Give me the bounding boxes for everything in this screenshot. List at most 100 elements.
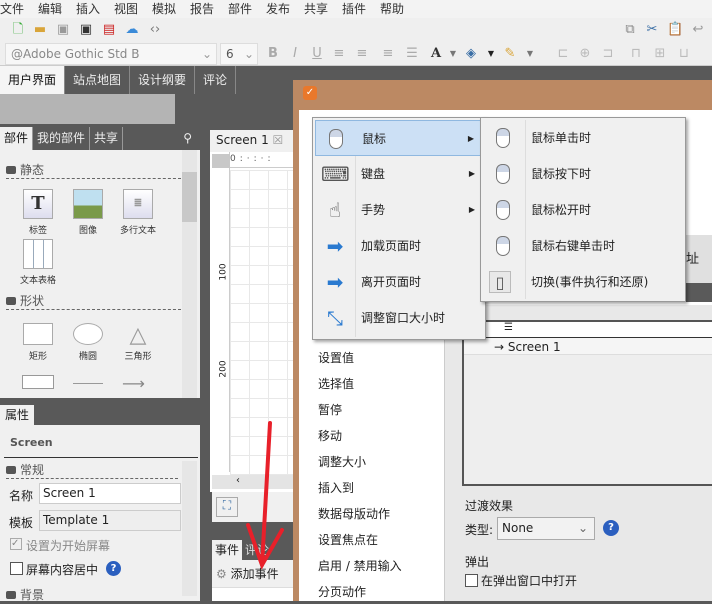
chevron-down-icon[interactable]: ▼ xyxy=(483,46,499,62)
align-objects-center-icon[interactable]: ⊕ xyxy=(577,46,593,62)
align-top-icon[interactable]: ⊓ xyxy=(628,46,644,62)
fit-screen-icon[interactable]: ⛶ xyxy=(216,497,238,517)
section-static[interactable]: 静态 xyxy=(6,161,181,179)
library-scrollbar[interactable] xyxy=(182,150,197,398)
menu-insert[interactable]: 插入 xyxy=(76,0,114,18)
tab-comments[interactable]: 评论 xyxy=(195,66,237,94)
center-content-checkbox[interactable] xyxy=(10,562,23,575)
widget-image[interactable]: 图像 xyxy=(63,189,113,236)
align-bottom-icon[interactable]: ⊔ xyxy=(676,46,692,62)
open-folder-icon[interactable]: ▬ xyxy=(32,22,48,38)
action-paging[interactable]: 分页动作 xyxy=(318,583,366,600)
export-doc-icon[interactable]: ▤ xyxy=(101,22,117,38)
menu-item-page-load[interactable]: ➡ 加载页面时 xyxy=(315,228,483,264)
menu-simulate[interactable]: 模拟 xyxy=(152,0,190,18)
tab-outline[interactable]: 设计纲要 xyxy=(130,66,196,94)
action-set-value[interactable]: 设置值 xyxy=(318,349,354,366)
menu-publish[interactable]: 发布 xyxy=(266,0,304,18)
underline-icon[interactable]: U xyxy=(309,46,325,62)
action-select-value[interactable]: 选择值 xyxy=(318,375,354,392)
widget-label[interactable]: T 标签 xyxy=(13,189,63,236)
copy-icon[interactable]: ⧉ xyxy=(622,22,638,38)
menu-item-window-resize[interactable]: ⤡ 调整窗口大小时 xyxy=(315,300,483,336)
callout-icon[interactable] xyxy=(22,375,54,389)
search-icon[interactable]: ⚲ xyxy=(183,127,200,150)
align-middle-icon[interactable]: ⊞ xyxy=(652,46,668,62)
tab-properties[interactable]: 属性 xyxy=(0,405,35,425)
paste-icon[interactable]: 📋 xyxy=(667,22,683,38)
transition-type-select[interactable]: None ⌄ xyxy=(497,517,595,540)
fill-color-icon[interactable]: ◈ xyxy=(463,46,479,62)
widget-rectangle[interactable]: 矩形 xyxy=(13,323,63,362)
menu-edit[interactable]: 编辑 xyxy=(38,0,76,18)
bullet-list-icon[interactable]: ☰ xyxy=(404,46,420,62)
tab-my-widgets[interactable]: 我的部件 xyxy=(33,127,91,150)
tab-screen-1[interactable]: Screen 1 ☒ xyxy=(210,130,293,152)
tree-item[interactable]: → Screen 1 xyxy=(464,338,712,355)
line-color-icon[interactable]: ✎ xyxy=(502,46,518,62)
section-general[interactable]: 常规 xyxy=(6,461,178,479)
menu-item-page-leave[interactable]: ➡ 离开页面时 xyxy=(315,264,483,300)
action-insert[interactable]: 插入到 xyxy=(318,479,354,496)
scroll-thumb[interactable] xyxy=(182,172,197,222)
menu-report[interactable]: 报告 xyxy=(190,0,228,18)
tab-ui[interactable]: 用户界面 xyxy=(0,66,66,94)
menu-view[interactable]: 视图 xyxy=(114,0,152,18)
help-icon[interactable]: ? xyxy=(106,561,121,576)
chevron-down-icon[interactable]: ▼ xyxy=(445,46,461,62)
menu-item-mouse[interactable]: 鼠标 ▶ xyxy=(315,120,483,156)
template-select[interactable]: Template 1 xyxy=(39,510,181,531)
cut-icon[interactable]: ✂ xyxy=(644,22,660,38)
new-file-icon[interactable]: 🗋 xyxy=(10,22,26,38)
action-wait[interactable]: 暂停 xyxy=(318,401,342,418)
font-size-select[interactable]: 6 ⌄ xyxy=(220,43,258,65)
undo-icon[interactable]: ↩ xyxy=(690,22,706,38)
tab-widgets[interactable]: 部件 xyxy=(0,127,34,150)
widget-triangle[interactable]: △ 三角形 xyxy=(113,323,163,362)
align-center-icon[interactable]: ≡ xyxy=(354,46,370,62)
help-icon[interactable]: ? xyxy=(603,520,619,536)
align-objects-left-icon[interactable]: ⊏ xyxy=(555,46,571,62)
action-datamaster[interactable]: 数据母版动作 xyxy=(318,505,390,522)
open-popup-checkbox[interactable] xyxy=(465,574,478,587)
name-field[interactable]: Screen 1 xyxy=(39,483,181,504)
menu-plugins[interactable]: 插件 xyxy=(342,0,380,18)
tab-shared[interactable]: 共享 xyxy=(90,127,124,150)
bold-icon[interactable]: B xyxy=(265,46,281,62)
save-all-icon[interactable]: ▣ xyxy=(78,22,94,38)
publish-cloud-icon[interactable]: ☁ xyxy=(124,22,140,38)
menu-item-right-click[interactable]: 鼠标右键单击时 xyxy=(483,228,683,264)
italic-icon[interactable]: I xyxy=(287,46,303,62)
chevron-down-icon[interactable]: ▼ xyxy=(522,46,538,62)
properties-scrollbar[interactable] xyxy=(182,461,197,596)
arrow-icon[interactable]: ⟶ xyxy=(122,374,145,393)
menu-item-gesture[interactable]: ☝ 手势 ▶ xyxy=(315,192,483,228)
action-focus[interactable]: 设置焦点在 xyxy=(318,531,378,548)
menu-widgets[interactable]: 部件 xyxy=(228,0,266,18)
action-move[interactable]: 移动 xyxy=(318,427,342,444)
menu-item-mouse-up[interactable]: 鼠标松开时 xyxy=(483,192,683,228)
menu-item-click[interactable]: 鼠标单击时 xyxy=(483,120,683,156)
tab-sitemap[interactable]: 站点地图 xyxy=(65,66,131,94)
action-resize[interactable]: 调整大小 xyxy=(318,453,366,470)
close-icon[interactable]: ☒ xyxy=(273,133,284,147)
menu-help[interactable]: 帮助 xyxy=(380,0,418,18)
align-right-icon[interactable]: ≡ xyxy=(380,46,396,62)
menu-file[interactable]: 文件 xyxy=(0,0,38,18)
menu-item-mouse-down[interactable]: 鼠标按下时 xyxy=(483,156,683,192)
widget-text-table[interactable]: 文本表格 xyxy=(13,239,63,286)
widget-multiline-text[interactable]: ≣ 多行文本 xyxy=(113,189,163,236)
menu-item-toggle[interactable]: ▯ 切换(事件执行和还原) xyxy=(483,264,683,300)
start-screen-checkbox[interactable]: ✓ xyxy=(10,538,22,550)
save-icon[interactable]: ▣ xyxy=(55,22,71,38)
html-file-icon[interactable]: ‹› xyxy=(147,22,163,38)
tab-events[interactable]: 事件 xyxy=(212,540,243,560)
section-shapes[interactable]: 形状 xyxy=(6,292,181,310)
action-enable-disable[interactable]: 启用 / 禁用输入 xyxy=(318,557,402,574)
font-color-icon[interactable]: A xyxy=(428,46,444,62)
menu-share[interactable]: 共享 xyxy=(304,0,342,18)
section-background[interactable]: 背景 xyxy=(6,586,126,604)
widget-ellipse[interactable]: 椭圆 xyxy=(63,323,113,362)
align-left-icon[interactable]: ≡ xyxy=(331,46,347,62)
menu-item-keyboard[interactable]: ⌨ 键盘 ▶ xyxy=(315,156,483,192)
